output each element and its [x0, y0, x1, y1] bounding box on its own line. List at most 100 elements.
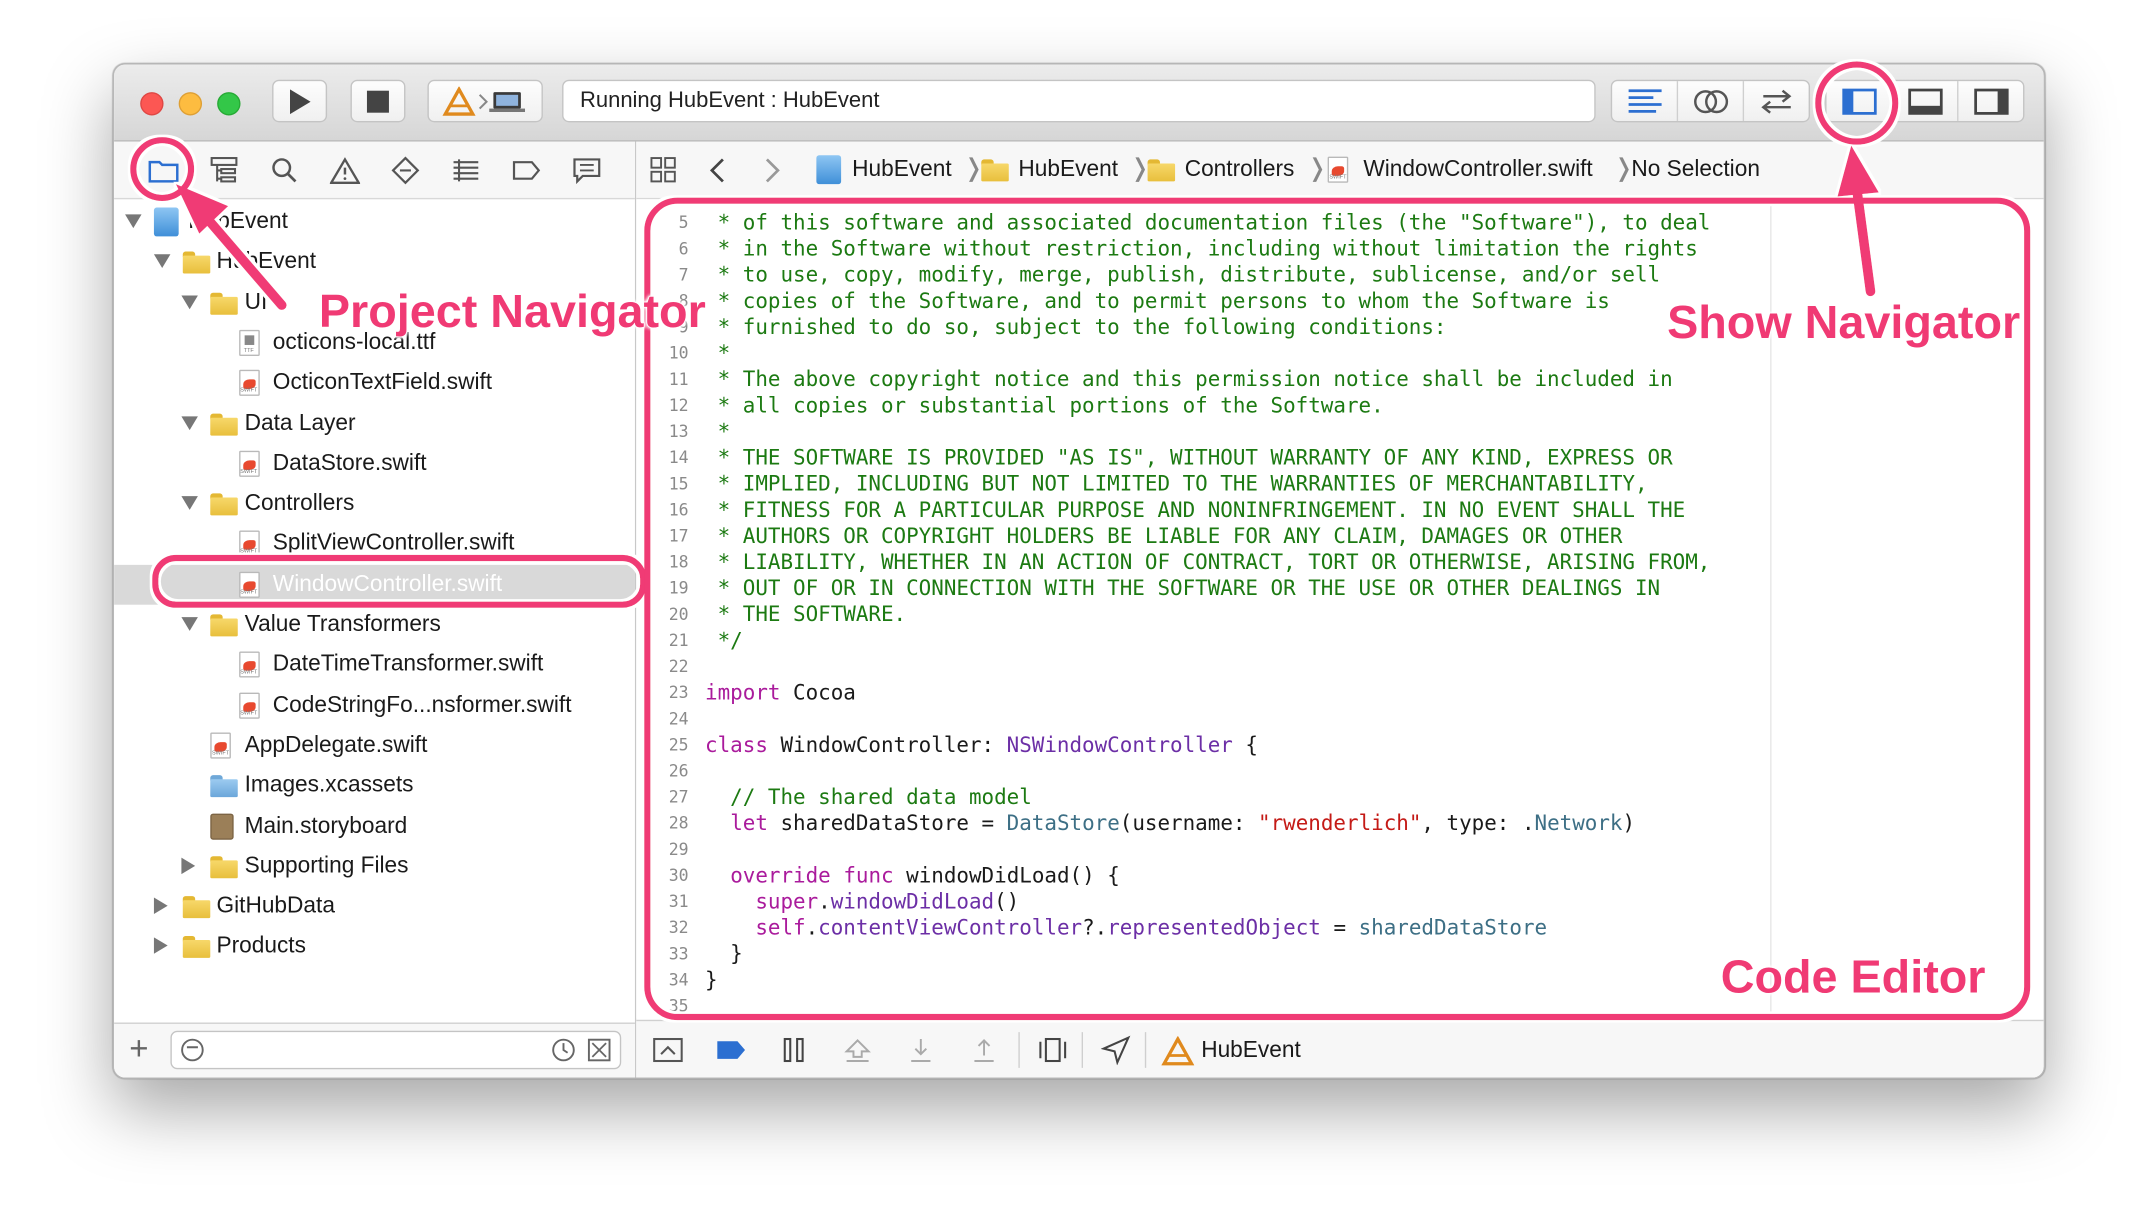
recent-files-icon[interactable]: [551, 1038, 576, 1063]
report-navigator-tab[interactable]: [570, 154, 603, 187]
test-navigator-tab[interactable]: [389, 154, 422, 187]
line-number: 30: [668, 865, 689, 886]
location-arrow-icon: [1100, 1035, 1131, 1066]
assistant-editor-button[interactable]: [1678, 81, 1745, 121]
code-line: 29: [636, 837, 2043, 863]
zoom-button[interactable]: [217, 92, 241, 116]
crumb-controllers[interactable]: Controllers: [1185, 157, 1295, 183]
add-file-button[interactable]: +: [129, 1033, 148, 1067]
minimize-button[interactable]: [178, 92, 203, 116]
related-items-icon[interactable]: [650, 157, 677, 184]
tree-item[interactable]: Controllers: [114, 484, 635, 524]
tree-item[interactable]: SWIFT WindowController.swift: [114, 564, 635, 605]
breakpoint-navigator-tab[interactable]: [510, 154, 543, 187]
code-token: * AUTHORS OR COPYRIGHT HOLDERS BE LIABLE…: [705, 523, 1623, 549]
tree-item[interactable]: SWIFT DateTimeTransformer.swift: [114, 645, 635, 685]
show-debug-area-button[interactable]: [1892, 81, 1959, 121]
code-text: * The above copyright notice and this pe…: [705, 367, 1673, 393]
report-icon: [573, 158, 601, 185]
step-over-button[interactable]: [842, 1035, 872, 1065]
code-token: representedObject: [1107, 915, 1321, 941]
code-token: {: [1232, 732, 1259, 758]
crumb-group[interactable]: HubEvent: [1018, 157, 1118, 183]
code-token: import: [705, 680, 781, 706]
activity-view: Running HubEvent : HubEvent: [562, 79, 1596, 123]
editor-mode-control[interactable]: [1610, 79, 1811, 123]
disclosure-expanded-icon[interactable]: [181, 294, 198, 309]
code-line: 21 */: [636, 628, 2043, 654]
filter-field[interactable]: [170, 1030, 622, 1070]
tree-item[interactable]: Main.storyboard: [114, 806, 635, 846]
disclosure-collapsed-icon[interactable]: [153, 897, 167, 915]
show-utilities-button[interactable]: [1958, 81, 2023, 121]
panel-toggle-control[interactable]: [1825, 79, 2025, 123]
tree-item[interactable]: Value Transformers: [114, 605, 635, 645]
code-token: * copies of the Software, and to permit …: [705, 288, 1610, 314]
code-token: .: [818, 889, 831, 914]
tree-item[interactable]: Products: [114, 927, 635, 967]
tree-item[interactable]: HubEvent: [114, 242, 635, 282]
disclosure-expanded-icon[interactable]: [153, 254, 170, 269]
tree-item[interactable]: Images.xcassets: [114, 766, 635, 806]
tree-item[interactable]: SWIFT DataStore.swift: [114, 444, 635, 484]
tree-item[interactable]: SWIFT AppDelegate.swift: [114, 726, 635, 766]
code-token: ): [1622, 810, 1636, 836]
process-label[interactable]: HubEvent: [1201, 1038, 1301, 1064]
standard-editor-button[interactable]: [1612, 81, 1679, 121]
line-number: 15: [668, 474, 689, 494]
navigator-filter-bar: +: [114, 1022, 635, 1078]
disclosure-collapsed-icon[interactable]: [181, 857, 196, 874]
symbol-navigator-tab[interactable]: [208, 154, 241, 187]
step-out-button[interactable]: [969, 1035, 999, 1065]
hide-debug-area-button[interactable]: [653, 1035, 683, 1065]
step-into-button[interactable]: [906, 1035, 936, 1065]
tree-item[interactable]: SWIFT CodeStringFo...nsformer.swift: [114, 685, 635, 725]
show-navigator-button[interactable]: [1827, 81, 1893, 121]
font-file-icon: TTF: [238, 329, 260, 356]
run-button[interactable]: [272, 79, 328, 123]
line-number: 6: [678, 239, 689, 259]
simulate-location-button[interactable]: [1100, 1035, 1131, 1066]
debug-area-icon: [653, 1037, 683, 1063]
disclosure-expanded-icon[interactable]: [181, 617, 198, 631]
tree-item-label: Products: [216, 933, 306, 959]
tree-item[interactable]: Data Layer: [114, 403, 635, 443]
code-text: // The shared data model: [705, 785, 1032, 811]
code-text: * LIABILITY, WHETHER IN AN ACTION OF CON…: [705, 550, 1711, 576]
disclosure-expanded-icon[interactable]: [125, 214, 142, 229]
crumb-symbol[interactable]: No Selection: [1631, 157, 1760, 183]
view-debugging-button[interactable]: [1038, 1035, 1068, 1065]
tree-item[interactable]: GitHubData: [114, 887, 635, 927]
scheme-selector[interactable]: [427, 79, 543, 123]
disclosure-expanded-icon[interactable]: [181, 496, 198, 511]
version-editor-button[interactable]: [1744, 81, 1809, 121]
forward-chevron-icon[interactable]: [763, 157, 782, 184]
close-button[interactable]: [140, 92, 164, 116]
folder-icon: [210, 412, 238, 435]
tree-item-label: UI: [244, 289, 268, 315]
back-chevron-icon[interactable]: [708, 157, 727, 184]
editor-area: HubEvent ❭ HubEvent ❭ Controllers ❭ SWIF…: [636, 141, 2044, 1078]
issue-navigator-tab[interactable]: [328, 154, 361, 187]
code-line: 30 override func windowDidLoad() {: [636, 863, 2043, 889]
tree-item[interactable]: SWIFT SplitViewController.swift: [114, 524, 635, 564]
stop-button[interactable]: [350, 79, 406, 123]
tree-item[interactable]: SWIFT OcticonTextField.swift: [114, 363, 635, 403]
disclosure-collapsed-icon[interactable]: [153, 937, 167, 955]
code-text: * OUT OF OR IN CONNECTION WITH THE SOFTW…: [705, 576, 1661, 602]
debug-navigator-tab[interactable]: [449, 154, 482, 187]
folder-icon: [148, 160, 179, 183]
scm-filter-icon[interactable]: [587, 1038, 612, 1063]
project-navigator-tab[interactable]: [147, 154, 180, 187]
find-navigator-tab[interactable]: [268, 154, 301, 187]
crumb-file[interactable]: WindowController.swift: [1363, 157, 1592, 183]
tree-item[interactable]: HubEvent: [114, 202, 635, 242]
tree-item-label: HubEvent: [216, 249, 317, 274]
tree-item[interactable]: Supporting Files: [114, 846, 635, 886]
disclosure-expanded-icon[interactable]: [181, 415, 198, 430]
crumb-project[interactable]: HubEvent: [852, 157, 952, 183]
line-number: 21: [668, 630, 689, 651]
code-token: *: [705, 419, 731, 444]
pause-button[interactable]: [779, 1035, 809, 1065]
breakpoints-toggle-button[interactable]: [716, 1035, 746, 1065]
